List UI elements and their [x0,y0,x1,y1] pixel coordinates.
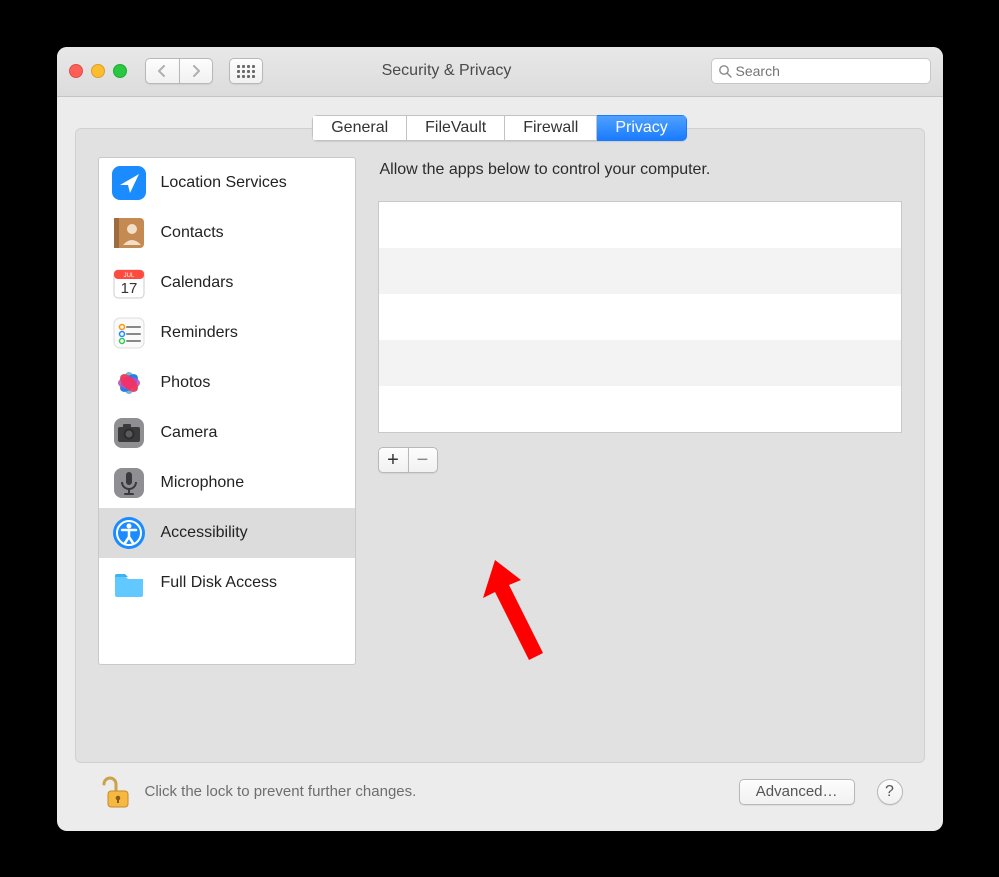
tab-firewall[interactable]: Firewall [505,115,597,141]
sidebar-item-full-disk-access[interactable]: Full Disk Access [99,558,355,608]
tabs: General FileVault Firewall Privacy [75,115,925,128]
contacts-icon [111,215,147,251]
add-app-button[interactable]: + [378,447,408,473]
preferences-window: Security & Privacy General FileVault Fir… [57,47,943,831]
tab-privacy[interactable]: Privacy [597,115,686,141]
app-list[interactable] [378,201,902,433]
lock-open-icon [98,776,132,810]
help-button[interactable]: ? [877,779,903,805]
titlebar: Security & Privacy [57,47,943,97]
search-input[interactable] [736,63,924,79]
sidebar-item-microphone[interactable]: Microphone [99,458,355,508]
detail-hint: Allow the apps below to control your com… [380,161,900,179]
footer: Click the lock to prevent further change… [75,763,925,821]
app-list-row [379,248,901,294]
search-icon [718,64,732,78]
sidebar-item-label: Microphone [161,474,245,492]
sidebar-item-reminders[interactable]: Reminders [99,308,355,358]
photos-icon [111,365,147,401]
tab-filevault[interactable]: FileVault [407,115,505,141]
sidebar-item-label: Camera [161,424,218,442]
app-list-row [379,340,901,386]
add-remove-buttons: + − [378,447,438,473]
reminders-icon [111,315,147,351]
advanced-button[interactable]: Advanced… [739,779,855,805]
sidebar-item-label: Contacts [161,224,224,242]
microphone-icon [111,465,147,501]
svg-text:JUL: JUL [123,273,134,279]
search-field[interactable] [711,58,931,84]
sidebar-item-label: Calendars [161,274,234,292]
calendar-icon: JUL17 [111,265,147,301]
sidebar-item-label: Photos [161,374,211,392]
sidebar-item-label: Accessibility [161,524,248,542]
sidebar-item-label: Full Disk Access [161,574,277,592]
sidebar-item-calendars[interactable]: JUL17 Calendars [99,258,355,308]
sidebar-item-accessibility[interactable]: Accessibility [99,508,355,558]
lock-button[interactable] [97,774,133,810]
svg-text:17: 17 [120,280,137,297]
category-list[interactable]: Location Services Contacts JUL17 Calenda… [98,157,356,665]
sidebar-item-photos[interactable]: Photos [99,358,355,408]
detail-pane: Allow the apps below to control your com… [378,157,902,740]
zoom-window-button[interactable] [113,64,127,78]
app-list-row [379,294,901,340]
app-list-row [379,386,901,432]
privacy-panel: Location Services Contacts JUL17 Calenda… [75,128,925,763]
camera-icon [111,415,147,451]
sidebar-item-location-services[interactable]: Location Services [99,158,355,208]
minimize-window-button[interactable] [91,64,105,78]
back-button[interactable] [145,58,179,84]
sidebar-item-label: Reminders [161,324,238,342]
sidebar-item-contacts[interactable]: Contacts [99,208,355,258]
remove-app-button[interactable]: − [408,447,438,473]
close-window-button[interactable] [69,64,83,78]
window-controls [69,64,127,78]
sidebar-item-camera[interactable]: Camera [99,408,355,458]
lock-message: Click the lock to prevent further change… [145,783,727,800]
app-list-row [379,202,901,248]
location-icon [111,165,147,201]
window-body: General FileVault Firewall Privacy Locat… [57,97,943,831]
accessibility-icon [111,515,147,551]
window-title: Security & Privacy [191,62,703,80]
tab-general[interactable]: General [312,115,407,141]
sidebar-item-label: Location Services [161,174,287,192]
folder-icon [111,565,147,601]
chevron-left-icon [157,65,167,77]
